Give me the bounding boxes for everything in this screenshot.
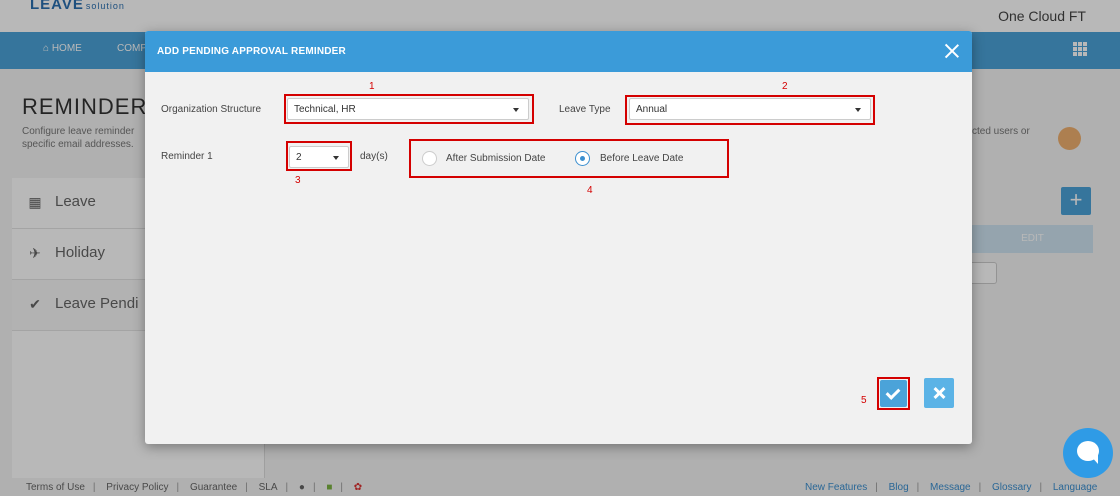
annotation-2: 2 bbox=[782, 81, 788, 92]
annotation-4: 4 bbox=[587, 185, 593, 196]
modal-header: ADD PENDING APPROVAL REMINDER bbox=[145, 31, 972, 72]
annotation-5: 5 bbox=[861, 395, 867, 406]
highlight-box-4 bbox=[409, 139, 729, 178]
cancel-button[interactable] bbox=[924, 378, 954, 408]
add-reminder-modal: ADD PENDING APPROVAL REMINDER Organizati… bbox=[145, 31, 972, 444]
highlight-box-3 bbox=[286, 141, 352, 171]
reminder-label: Reminder 1 bbox=[161, 151, 213, 162]
highlight-box-5 bbox=[877, 377, 910, 410]
modal-title: ADD PENDING APPROVAL REMINDER bbox=[157, 46, 346, 57]
chat-button[interactable] bbox=[1063, 428, 1113, 478]
days-unit-label: day(s) bbox=[360, 151, 388, 162]
annotation-3: 3 bbox=[295, 175, 301, 186]
highlight-box-2 bbox=[625, 95, 875, 125]
org-structure-label: Organization Structure bbox=[161, 104, 262, 115]
close-icon[interactable] bbox=[944, 43, 960, 59]
annotation-1: 1 bbox=[369, 81, 375, 92]
highlight-box-1 bbox=[284, 94, 534, 124]
leave-type-label: Leave Type bbox=[559, 104, 611, 115]
